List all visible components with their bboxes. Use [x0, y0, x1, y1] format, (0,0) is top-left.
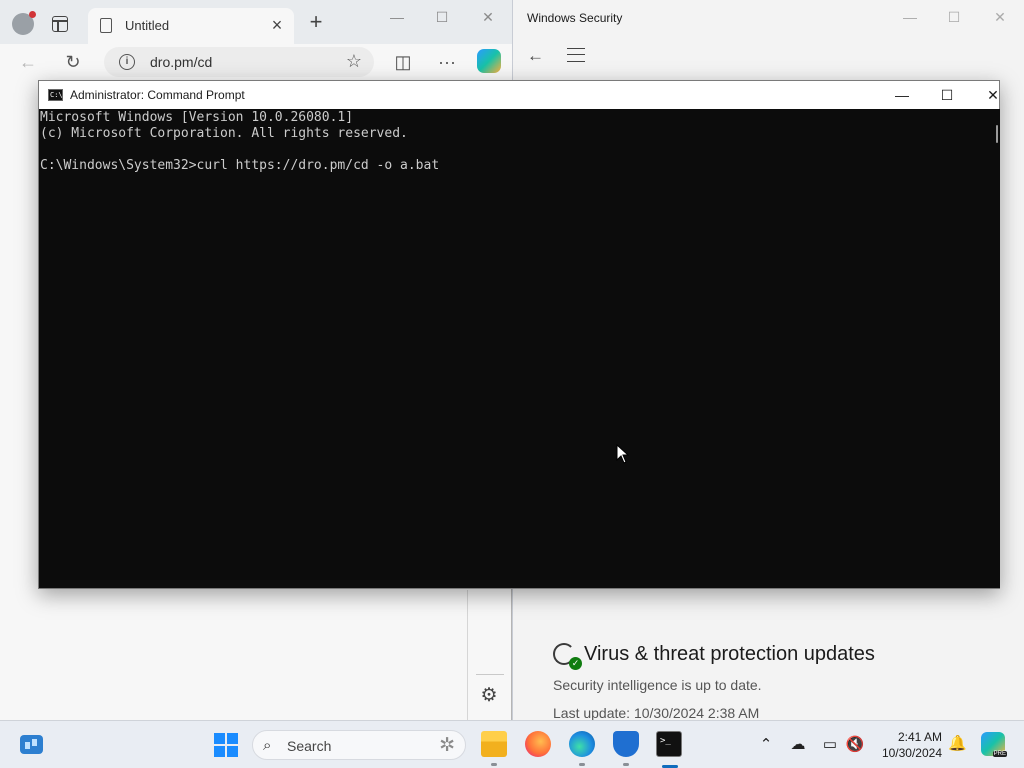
windows-security-icon[interactable]: [613, 731, 639, 757]
edge-tab-strip: Untitled × + — ☐ ✕: [0, 0, 512, 44]
copilot-icon[interactable]: [477, 49, 501, 73]
console-line: Microsoft Windows [Version 10.0.26080.1]: [40, 110, 354, 125]
windows-start-icon[interactable]: [214, 733, 238, 757]
maximize-icon[interactable]: ☐: [943, 8, 965, 26]
section-heading: Virus & threat protection updates: [584, 643, 875, 665]
network-icon[interactable]: ▭: [820, 735, 840, 755]
command-prompt-icon: C:\: [48, 89, 63, 101]
edge-toolbar: ← ↻ i dro.pm/cd ☆ ◫ ···: [0, 44, 512, 80]
site-info-icon[interactable]: i: [119, 54, 135, 70]
running-indicator: [579, 763, 585, 766]
last-update-text: Last update: 10/30/2024 2:38 AM: [553, 705, 760, 721]
profile-avatar-icon[interactable]: [12, 11, 36, 35]
cloud-sync-icon[interactable]: ☁: [788, 735, 808, 755]
tab-title: Untitled: [125, 18, 170, 33]
notification-bell-icon[interactable]: 🔔: [948, 734, 967, 752]
new-tab-button[interactable]: +: [306, 11, 326, 33]
running-indicator: [623, 763, 629, 766]
volume-muted-icon[interactable]: 🔇: [845, 735, 865, 755]
close-window-icon[interactable]: ✕: [477, 8, 499, 26]
search-highlight-icon[interactable]: ✲: [439, 734, 455, 757]
command-prompt-icon[interactable]: [656, 731, 682, 757]
back-arrow-icon[interactable]: ←: [527, 46, 544, 66]
close-window-icon[interactable]: ✕: [979, 84, 1007, 106]
update-status-text: Security intelligence is up to date.: [553, 677, 762, 693]
console-line: (c) Microsoft Corporation. All rights re…: [40, 126, 408, 141]
favorite-star-icon[interactable]: ☆: [346, 51, 362, 72]
back-icon[interactable]: ←: [16, 50, 40, 74]
clock[interactable]: 2:41 AM 10/30/2024: [880, 729, 942, 761]
clock-date: 10/30/2024: [881, 746, 942, 760]
maximize-icon[interactable]: ☐: [933, 84, 961, 106]
console-scrollbar[interactable]: [994, 109, 1000, 588]
scrollbar-thumb[interactable]: [996, 125, 998, 143]
more-options-icon[interactable]: ···: [435, 50, 459, 74]
tab-actions-icon[interactable]: [52, 16, 68, 32]
sidebar-divider: [467, 590, 468, 720]
chevron-up-icon[interactable]: ⌃: [756, 735, 776, 755]
taskbar: ⌕ Search ✲ ⌃ ☁ ▭ 🔇 2:41 AM 10/30/2024 🔔: [0, 720, 1024, 768]
sidebar-separator: [476, 674, 504, 675]
widgets-icon[interactable]: [20, 735, 43, 754]
split-screen-icon[interactable]: ◫: [391, 50, 415, 74]
search-placeholder: Search: [287, 738, 332, 754]
copilot-icon[interactable]: [981, 732, 1007, 757]
clock-time: 2:41 AM: [897, 730, 942, 744]
cmd-window-title: Administrator: Command Prompt: [70, 88, 245, 102]
minimize-icon[interactable]: —: [888, 84, 916, 106]
search-icon: ⌕: [263, 737, 272, 754]
maximize-icon[interactable]: ☐: [431, 8, 453, 26]
file-explorer-icon[interactable]: [481, 731, 507, 757]
mouse-cursor-icon: [616, 444, 630, 464]
minimize-icon[interactable]: —: [899, 8, 921, 26]
window-title: Windows Security: [527, 11, 623, 25]
running-indicator: [491, 763, 497, 766]
taskbar-search-box[interactable]: ⌕ Search ✲: [252, 730, 466, 760]
edge-tab[interactable]: Untitled ×: [88, 8, 294, 44]
console-output[interactable]: Microsoft Windows [Version 10.0.26080.1]…: [39, 109, 1000, 588]
refresh-icon[interactable]: ↻: [61, 50, 85, 74]
address-bar[interactable]: i dro.pm/cd ☆: [104, 47, 374, 77]
address-url: dro.pm/cd: [150, 54, 213, 70]
command-prompt-window[interactable]: C:\ Administrator: Command Prompt — ☐ ✕ …: [38, 80, 1000, 589]
update-refresh-icon: [553, 643, 582, 670]
page-icon: [100, 18, 112, 33]
close-tab-icon[interactable]: ×: [268, 16, 286, 34]
cmd-title-bar[interactable]: C:\ Administrator: Command Prompt — ☐ ✕: [39, 81, 999, 109]
firefox-icon[interactable]: [525, 731, 551, 757]
edge-icon[interactable]: [569, 731, 595, 757]
settings-gear-icon[interactable]: ⚙: [479, 686, 499, 706]
hamburger-menu-icon[interactable]: [567, 48, 585, 62]
minimize-icon[interactable]: —: [386, 8, 408, 26]
close-window-icon[interactable]: ✕: [989, 8, 1011, 26]
console-line: C:\Windows\System32>curl https://dro.pm/…: [40, 158, 440, 173]
